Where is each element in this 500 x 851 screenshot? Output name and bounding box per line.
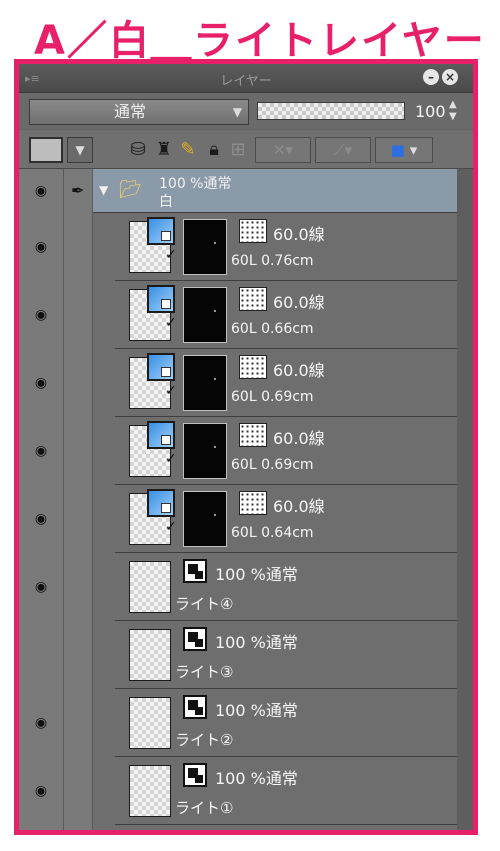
tone-label: 60.0線 (273, 225, 325, 244)
tone-layer-row[interactable]: ✓ 60.0線 60L 0.66cm (115, 281, 457, 349)
clip-icon[interactable]: ✕▾ (255, 137, 311, 163)
chevron-down-icon[interactable]: ▼ (99, 183, 108, 197)
group-meta: 100 %通常 (159, 176, 232, 192)
check-icon: ✓ (165, 383, 177, 399)
layer-group-row[interactable]: ▼ 📂︎ 100 %通常 白 (93, 169, 457, 213)
chevron-down-icon: ▼ (232, 105, 242, 119)
layer-meta: 100 %通常 (215, 565, 298, 584)
highlight-frame: ▸≡ レイヤー – × 通常 ▼ 100 ▲ ▼ ▼ ⛁ ♜ ✎ 🔒︎ ⊞ ✕▾ … (14, 59, 478, 835)
panel-title: レイヤー (220, 74, 272, 89)
lock-icon[interactable]: 🔒︎ (203, 138, 225, 162)
layer-name: ライト① (175, 799, 234, 817)
tone-icon (239, 491, 267, 515)
opacity-value[interactable]: 100 (415, 102, 449, 121)
eye-icon[interactable]: ◉ (31, 444, 51, 458)
blend-row: 通常 ▼ 100 ▲ ▼ (19, 93, 473, 129)
layer-toolbar: ▼ ⛁ ♜ ✎ 🔒︎ ⊞ ✕▾ ⟋▾ ■ ▾ (19, 130, 473, 169)
pen-edit-icon: ✒ (71, 181, 85, 200)
eye-icon[interactable]: ◉ (31, 716, 51, 730)
group-name: 白 (159, 194, 173, 210)
edit-column (64, 169, 93, 830)
layer-color-swatch[interactable] (29, 137, 63, 163)
layer-list: ◉ ✒ ◉ ◉ ◉ ◉ ◉ ◉ ◉ ◉ ▼ 📂︎ 100 %通常 白 ✓ 60.… (19, 169, 473, 830)
tone-size: 60L 0.69cm (231, 389, 314, 405)
ruler-badge-icon (147, 421, 175, 449)
close-icon[interactable]: × (442, 69, 458, 85)
blend-mode-value: 通常 (114, 102, 147, 121)
layer-thumbnail (129, 765, 171, 817)
layer-name: ライト② (175, 731, 234, 749)
opacity-spinner[interactable]: ▲ ▼ (449, 99, 463, 125)
ruler-icon[interactable]: ⛁ (127, 138, 149, 162)
layer-name: ライト③ (175, 663, 234, 681)
mask-thumbnail (183, 491, 227, 547)
check-icon: ✓ (165, 315, 177, 331)
light-layer-row[interactable]: 100 %通常 ライト③ (115, 621, 457, 689)
layer-thumbnail (129, 561, 171, 613)
eye-icon[interactable]: ◉ (31, 240, 51, 254)
layer-panel: ▸≡ レイヤー – × 通常 ▼ 100 ▲ ▼ ▼ ⛁ ♜ ✎ 🔒︎ ⊞ ✕▾ … (19, 64, 473, 830)
layer-mode-icon (183, 627, 207, 651)
eye-icon[interactable]: ◉ (31, 580, 51, 594)
ruler-badge-icon (147, 217, 175, 245)
scrollbar[interactable] (457, 169, 473, 830)
eye-icon[interactable]: ◉ (31, 308, 51, 322)
tone-icon (239, 287, 267, 311)
tone-layer-row[interactable]: ✓ 60.0線 60L 0.76cm (115, 213, 457, 281)
layer-color-dropdown-icon[interactable]: ▼ (67, 137, 93, 163)
pen-icon[interactable]: ♜ (153, 138, 175, 162)
check-icon: ✓ (165, 451, 177, 467)
layer-thumbnail (129, 629, 171, 681)
tone-size: 60L 0.69cm (231, 457, 314, 473)
tone-label: 60.0線 (273, 361, 325, 380)
mask-thumbnail (183, 219, 227, 275)
blend-mode-select[interactable]: 通常 ▼ (29, 99, 249, 125)
ruler-badge-icon (147, 489, 175, 517)
layer-name: ライト④ (175, 595, 234, 613)
tone-size: 60L 0.64cm (231, 525, 314, 541)
tone-icon (239, 423, 267, 447)
lock-transparent-icon[interactable]: ⊞ (227, 138, 249, 162)
opacity-slider[interactable] (257, 102, 405, 120)
eye-icon[interactable]: ◉ (31, 784, 51, 798)
ruler-badge-icon (147, 353, 175, 381)
tone-label: 60.0線 (273, 293, 325, 312)
light-layer-row[interactable]: 100 %通常 ライト① (115, 757, 457, 825)
color-pencil-icon[interactable]: ✎ (177, 138, 199, 162)
tone-layer-row[interactable]: ✓ 60.0線 60L 0.64cm (115, 485, 457, 553)
folder-icon: 📂︎ (119, 179, 142, 200)
light-layer-row[interactable]: 100 %通常 ライト④ (115, 553, 457, 621)
minimize-icon[interactable]: – (423, 69, 439, 85)
tone-icon (239, 355, 267, 379)
tone-layer-row[interactable]: ✓ 60.0線 60L 0.69cm (115, 417, 457, 485)
panel-titlebar[interactable]: ▸≡ レイヤー – × (19, 64, 473, 93)
mask-thumbnail (183, 287, 227, 343)
eye-icon[interactable]: ◉ (31, 184, 51, 198)
mask-thumbnail (183, 355, 227, 411)
tone-size: 60L 0.66cm (231, 321, 314, 337)
layer-meta: 100 %通常 (215, 701, 298, 720)
eye-icon[interactable]: ◉ (31, 512, 51, 526)
tone-icon (239, 219, 267, 243)
color-swap-icon[interactable]: ■ ▾ (375, 137, 433, 163)
ruler-badge-icon (147, 285, 175, 313)
layer-mode-icon (183, 559, 207, 583)
eye-icon[interactable]: ◉ (31, 376, 51, 390)
light-layer-row[interactable]: 100 %通常 ライト② (115, 689, 457, 757)
layer-meta: 100 %通常 (215, 769, 298, 788)
check-icon: ✓ (165, 519, 177, 535)
layer-mode-icon (183, 763, 207, 787)
reference-icon[interactable]: ⟋▾ (315, 137, 371, 163)
tone-label: 60.0線 (273, 429, 325, 448)
page-heading: A／白＿ライトレイヤー (34, 18, 486, 64)
layer-thumbnail (129, 697, 171, 749)
check-icon: ✓ (165, 247, 177, 263)
tone-size: 60L 0.76cm (231, 253, 314, 269)
layer-mode-icon (183, 695, 207, 719)
tone-label: 60.0線 (273, 497, 325, 516)
tone-layer-row[interactable]: ✓ 60.0線 60L 0.69cm (115, 349, 457, 417)
layer-meta: 100 %通常 (215, 633, 298, 652)
mask-thumbnail (183, 423, 227, 479)
